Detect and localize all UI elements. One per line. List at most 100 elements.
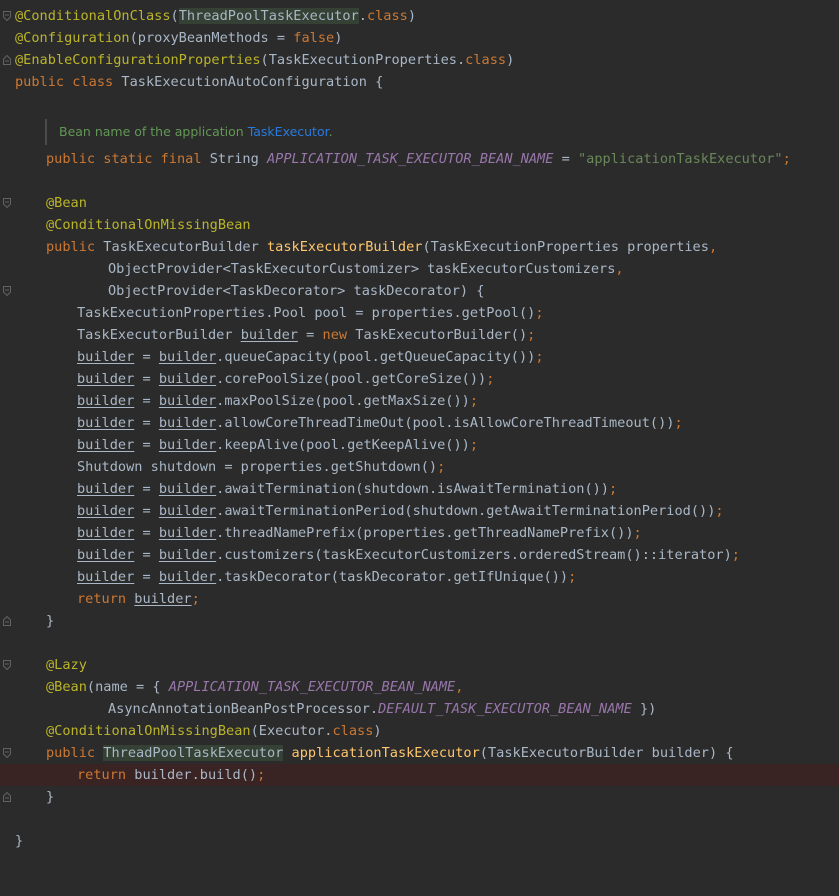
code-line[interactable]: @Bean bbox=[0, 192, 839, 214]
fold-icon[interactable] bbox=[3, 660, 11, 670]
fold-icon[interactable] bbox=[3, 616, 11, 626]
variable: builder bbox=[77, 437, 135, 453]
code-text: ObjectProvider<TaskDecorator> taskDecora… bbox=[108, 283, 485, 299]
semicolon: ; bbox=[674, 415, 683, 431]
semicolon: ; bbox=[731, 547, 740, 563]
code-text: .corePoolSize(pool.getCoreSize()) bbox=[216, 371, 487, 387]
code-line[interactable]: builder = builder.keepAlive(pool.getKeep… bbox=[0, 434, 839, 456]
code-line[interactable]: @Configuration(proxyBeanMethods = false) bbox=[0, 27, 839, 49]
fold-icon[interactable] bbox=[3, 11, 11, 21]
code-line[interactable]: public static final String APPLICATION_T… bbox=[0, 148, 839, 170]
variable: builder bbox=[77, 525, 135, 541]
code-text: = bbox=[134, 481, 159, 497]
code-line[interactable]: builder = builder.threadNamePrefix(prope… bbox=[0, 522, 839, 544]
variable: builder bbox=[77, 415, 135, 431]
variable: builder bbox=[158, 525, 217, 541]
variable: builder bbox=[158, 349, 217, 365]
comma: , bbox=[455, 679, 464, 695]
code-line[interactable]: public class TaskExecutionAutoConfigurat… bbox=[0, 71, 839, 93]
fold-icon[interactable] bbox=[3, 748, 11, 758]
code-line[interactable]: return builder; bbox=[0, 588, 839, 610]
code-line[interactable]: TaskExecutorBuilder builder = new TaskEx… bbox=[0, 324, 839, 346]
code-line[interactable]: } bbox=[0, 830, 839, 852]
code-text: = bbox=[134, 547, 159, 563]
code-text: = bbox=[134, 569, 159, 585]
code-text: ) bbox=[373, 723, 382, 739]
code-line[interactable]: public ThreadPoolTaskExecutor applicatio… bbox=[0, 742, 839, 764]
code-line[interactable]: @ConditionalOnMissingBean(Executor.class… bbox=[0, 720, 839, 742]
code-editor[interactable]: @ConditionalOnClass(ThreadPoolTaskExecut… bbox=[0, 0, 839, 875]
code-text: (name = { bbox=[86, 679, 169, 695]
keyword: public static final bbox=[46, 151, 210, 167]
code-line-highlighted[interactable]: return builder.build(); bbox=[0, 764, 839, 786]
keyword: public bbox=[46, 745, 104, 761]
code-text: = bbox=[134, 349, 159, 365]
code-line[interactable]: public TaskExecutorBuilder taskExecutorB… bbox=[0, 236, 839, 258]
code-line[interactable]: Shutdown shutdown = properties.getShutdo… bbox=[0, 456, 839, 478]
code-text: = bbox=[134, 503, 159, 519]
fold-icon[interactable] bbox=[3, 198, 11, 208]
code-line[interactable]: AsyncAnnotationBeanPostProcessor.DEFAULT… bbox=[0, 698, 839, 720]
keyword: class bbox=[366, 8, 408, 24]
class-name: ThreadPoolTaskExecutor bbox=[178, 8, 359, 24]
comma: , bbox=[708, 239, 718, 255]
code-text: .queueCapacity(pool.getQueueCapacity()) bbox=[216, 349, 536, 365]
code-line[interactable]: @EnableConfigurationProperties(TaskExecu… bbox=[0, 49, 839, 71]
semicolon: ; bbox=[609, 481, 618, 497]
fold-icon[interactable] bbox=[3, 792, 11, 802]
code-line[interactable]: ObjectProvider<TaskDecorator> taskDecora… bbox=[0, 280, 839, 302]
code-text: = bbox=[134, 415, 159, 431]
semicolon: ; bbox=[257, 767, 266, 783]
comma: , bbox=[615, 261, 624, 277]
code-text: = bbox=[134, 371, 159, 387]
code-line[interactable]: builder = builder.awaitTermination(shutd… bbox=[0, 478, 839, 500]
code-line[interactable]: builder = builder.allowCoreThreadTimeOut… bbox=[0, 412, 839, 434]
code-text: (TaskExecutorBuilder builder) { bbox=[479, 745, 734, 761]
annotation: @ConditionalOnClass bbox=[15, 8, 171, 24]
fold-icon[interactable] bbox=[3, 55, 11, 65]
code-text: TaskExecutorBuilder bbox=[77, 327, 241, 343]
code-line[interactable]: builder = builder.awaitTerminationPeriod… bbox=[0, 500, 839, 522]
annotation: @ConditionalOnMissingBean bbox=[46, 217, 251, 233]
semicolon: ; bbox=[437, 459, 446, 475]
code-text: = bbox=[134, 525, 159, 541]
code-line[interactable]: @Lazy bbox=[0, 654, 839, 676]
semicolon: ; bbox=[191, 591, 200, 607]
class-name: ThreadPoolTaskExecutor bbox=[103, 745, 284, 761]
annotation: @Bean bbox=[46, 679, 87, 695]
code-line[interactable]: @Bean(name = { APPLICATION_TASK_EXECUTOR… bbox=[0, 676, 839, 698]
doc-link[interactable]: TaskExecutor bbox=[248, 124, 329, 139]
doc-text: . bbox=[328, 124, 333, 139]
annotation: @Bean bbox=[46, 195, 87, 211]
code-text: TaskExecutorBuilder() bbox=[355, 327, 528, 343]
variable: builder bbox=[77, 481, 135, 497]
variable: builder bbox=[77, 503, 135, 519]
semicolon: ; bbox=[486, 371, 495, 387]
variable: builder bbox=[134, 591, 192, 607]
code-line[interactable]: builder = builder.customizers(taskExecut… bbox=[0, 544, 839, 566]
code-line[interactable]: } bbox=[0, 786, 839, 808]
code-line[interactable]: @ConditionalOnMissingBean bbox=[0, 214, 839, 236]
semicolon: ; bbox=[568, 569, 577, 585]
code-line[interactable]: builder = builder.queueCapacity(pool.get… bbox=[0, 346, 839, 368]
code-line[interactable]: builder = builder.taskDecorator(taskDeco… bbox=[0, 566, 839, 588]
code-text: = bbox=[297, 327, 323, 343]
code-text: .taskDecorator(taskDecorator.getIfUnique… bbox=[216, 569, 569, 585]
code-line[interactable]: TaskExecutionProperties.Pool pool = prop… bbox=[0, 302, 839, 324]
code-text: . bbox=[358, 8, 367, 24]
code-line[interactable]: builder = builder.corePoolSize(pool.getC… bbox=[0, 368, 839, 390]
code-text: ) bbox=[506, 52, 515, 68]
code-line[interactable]: @ConditionalOnClass(ThreadPoolTaskExecut… bbox=[0, 5, 839, 27]
code-line[interactable]: ObjectProvider<TaskExecutorCustomizer> t… bbox=[0, 258, 839, 280]
code-text: ) bbox=[334, 30, 343, 46]
code-line[interactable]: builder = builder.maxPoolSize(pool.getMa… bbox=[0, 390, 839, 412]
keyword: public class bbox=[15, 74, 122, 90]
keyword: class bbox=[465, 52, 507, 68]
code-text: = bbox=[553, 151, 578, 167]
code-line[interactable]: } bbox=[0, 610, 839, 632]
variable: builder bbox=[77, 349, 135, 365]
fold-icon[interactable] bbox=[3, 286, 11, 296]
variable: builder bbox=[158, 415, 217, 431]
class-declaration: TaskExecutionAutoConfiguration { bbox=[121, 74, 384, 90]
